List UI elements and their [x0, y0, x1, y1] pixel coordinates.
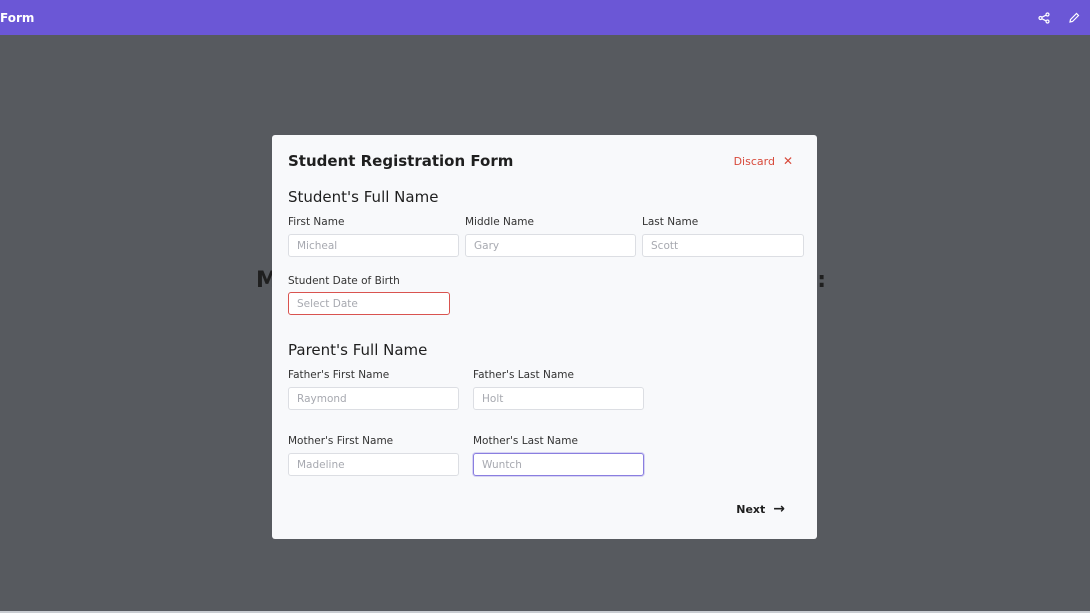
pencil-icon[interactable]: [1066, 10, 1082, 26]
father-first-name-label: Father's First Name: [288, 369, 390, 381]
middle-name-label: Middle Name: [465, 216, 534, 228]
registration-modal: Student Registration Form Discard ✕ Stud…: [272, 135, 817, 539]
first-name-input[interactable]: [288, 234, 459, 257]
mother-first-name-label: Mother's First Name: [288, 435, 394, 447]
first-name-label: First Name: [288, 216, 345, 228]
dob-label: Student Date of Birth: [288, 275, 400, 287]
top-bar: Form: [0, 0, 1090, 35]
last-name-label: Last Name: [642, 216, 699, 228]
mother-last-name-input[interactable]: [473, 453, 644, 476]
arrow-right-icon: →: [773, 501, 785, 517]
next-label: Next: [736, 502, 766, 516]
share-icon[interactable]: [1036, 10, 1052, 26]
parent-section-title: Parent's Full Name: [288, 341, 428, 359]
discard-label: Discard: [733, 154, 775, 168]
mother-last-name-label: Mother's Last Name: [473, 435, 578, 447]
topbar-actions: [1036, 0, 1082, 35]
next-button[interactable]: Next →: [736, 501, 785, 517]
dob-date-picker[interactable]: [288, 292, 450, 315]
last-name-input[interactable]: [642, 234, 804, 257]
modal-title: Student Registration Form: [288, 152, 514, 170]
mother-first-name-input[interactable]: [288, 453, 459, 476]
father-first-name-input[interactable]: [288, 387, 459, 410]
app-title: Form: [0, 10, 35, 25]
discard-button[interactable]: Discard ✕: [734, 154, 793, 168]
father-last-name-label: Father's Last Name: [473, 369, 574, 381]
close-icon: ✕: [782, 154, 793, 168]
background-heading-end: :: [817, 268, 826, 293]
father-last-name-input[interactable]: [473, 387, 644, 410]
middle-name-input[interactable]: [465, 234, 636, 257]
student-section-title: Student's Full Name: [288, 188, 439, 206]
